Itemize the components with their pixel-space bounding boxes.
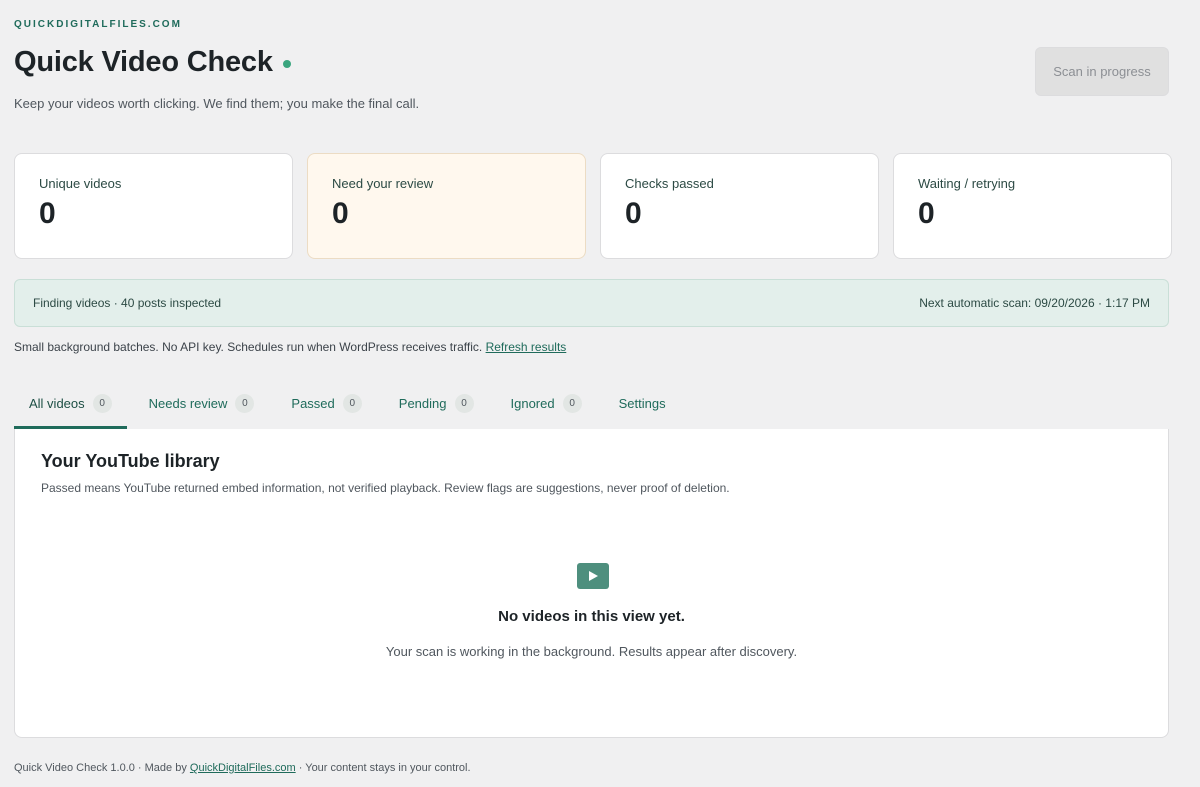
empty-state-title: No videos in this view yet. [498, 608, 685, 625]
title-row: Quick Video Check [14, 46, 291, 79]
stat-value: 0 [332, 197, 349, 230]
tab-count-badge: 0 [342, 393, 362, 413]
tab-count-badge: 0 [562, 393, 582, 413]
page-footer: Quick Video Check 1.0.0 · Made by QuickD… [14, 762, 471, 774]
refresh-results-link[interactable]: Refresh results [486, 340, 567, 354]
scan-note-text: Small background batches. No API key. Sc… [14, 340, 483, 354]
tab-label: Needs review [148, 395, 228, 411]
panel-title: Your YouTube library [41, 451, 220, 471]
tab-all-videos[interactable]: All videos 0 [14, 380, 127, 429]
next-scan-text: Next automatic scan: 09/20/2026 · 1:17 P… [919, 296, 1150, 310]
scan-progress-bar: Finding videos · 40 posts inspected Next… [14, 279, 1169, 327]
stat-card-need-review: Need your review 0 [307, 153, 586, 259]
tab-needs-review[interactable]: Needs review 0 [134, 380, 270, 429]
tab-passed[interactable]: Passed 0 [276, 380, 376, 429]
tab-label: Passed [291, 395, 335, 411]
panel-description: Passed means YouTube returned embed info… [41, 481, 730, 495]
stat-value: 0 [625, 197, 642, 230]
stats-cards: Unique videos 0 Need your review 0 Check… [14, 153, 1172, 259]
footer-site-link[interactable]: QuickDigitalFiles.com [190, 762, 296, 774]
stat-card-checks-passed: Checks passed 0 [600, 153, 879, 259]
tab-label: Pending [398, 395, 447, 411]
stat-label: Checks passed [625, 176, 714, 191]
scan-status-text: Finding videos · 40 posts inspected [33, 296, 222, 310]
empty-state-description: Your scan is working in the background. … [385, 644, 798, 659]
stat-value: 0 [39, 197, 56, 230]
scan-note: Small background batches. No API key. Sc… [14, 340, 566, 354]
stat-value: 0 [918, 197, 935, 230]
tab-label: Settings [618, 395, 666, 411]
stat-label: Need your review [332, 176, 434, 191]
filter-tabs: All videos 0 Needs review 0 Passed 0 Pen… [14, 380, 688, 429]
stat-label: Waiting / retrying [918, 176, 1016, 191]
tab-count-badge: 0 [92, 393, 112, 413]
play-triangle-icon [589, 571, 598, 581]
stat-card-waiting-retrying: Waiting / retrying 0 [893, 153, 1172, 259]
tab-count-badge: 0 [235, 393, 255, 413]
status-dot-icon [282, 59, 291, 68]
tab-count-badge: 0 [454, 393, 474, 413]
video-library-panel: Your YouTube library Passed means YouTub… [14, 429, 1169, 738]
tab-label: All videos [29, 395, 85, 411]
stat-label: Unique videos [39, 176, 122, 191]
tab-ignored[interactable]: Ignored 0 [496, 380, 597, 429]
stat-card-unique-videos: Unique videos 0 [14, 153, 293, 259]
tab-label: Ignored [510, 395, 555, 411]
tab-settings[interactable]: Settings [604, 380, 681, 429]
footer-suffix: · Your content stays in your control. [298, 762, 471, 774]
brand-label: QUICKDIGITALFILES.COM [14, 19, 182, 30]
scan-button[interactable]: Scan in progress [1035, 47, 1169, 96]
page-subtitle: Keep your videos worth clicking. We find… [14, 96, 420, 111]
page-title: Quick Video Check [14, 46, 273, 78]
play-icon [577, 563, 609, 589]
tab-pending[interactable]: Pending 0 [384, 380, 489, 429]
footer-prefix: Quick Video Check 1.0.0 · Made by [14, 762, 187, 774]
